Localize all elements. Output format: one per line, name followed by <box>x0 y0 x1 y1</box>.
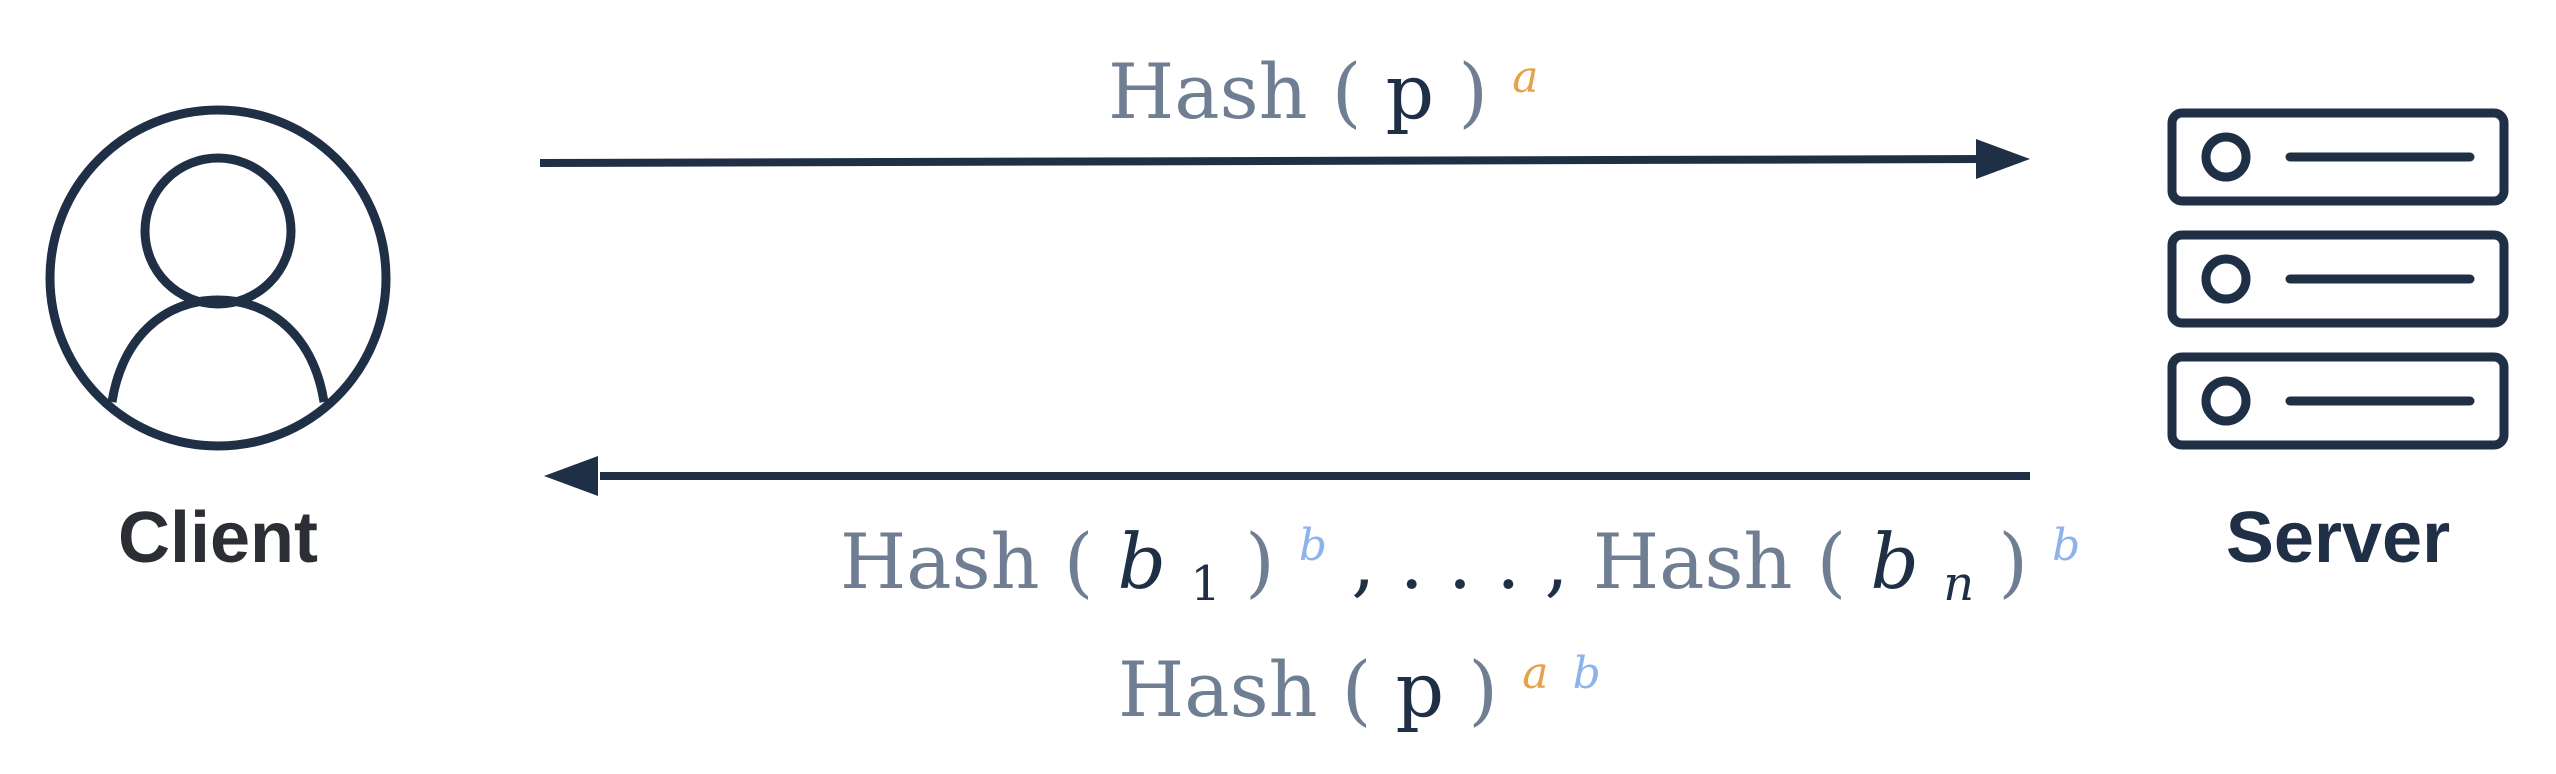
top-open-paren: ( <box>1332 47 1362 136</box>
bottom1-close1: ) <box>1245 517 1275 606</box>
bottom2-exp-b: b <box>1573 648 1601 699</box>
bottom-message-line-1: Hash ( b 1 ) b , . . . , Hash ( b n ) b <box>840 489 2080 618</box>
bottom1-close2: ) <box>1998 517 2028 606</box>
bottom1-open2: ( <box>1817 517 1847 606</box>
bottom2-hash: Hash <box>1118 645 1318 734</box>
bottom1-hash1: Hash <box>840 517 1040 606</box>
top-hash-text: Hash <box>1108 47 1308 136</box>
bottom1-subn: n <box>1943 556 1974 612</box>
bottom2-close: ) <box>1468 645 1498 734</box>
bottom1-exp1: b <box>1299 520 1327 571</box>
arrow-client-to-server <box>539 139 2030 179</box>
top-close-paren: ) <box>1458 47 1488 136</box>
bottom1-open1: ( <box>1064 517 1094 606</box>
bottom2-exp-a: a <box>1522 648 1548 699</box>
client-label: Client <box>118 498 318 578</box>
user-circle-icon <box>45 105 391 451</box>
bottom1-b1: b <box>1118 517 1167 606</box>
psi-diagram: Client Server Hash ( p ) a Hash ( b 1 ) … <box>0 0 2556 774</box>
bottom2-arg-p: p <box>1396 645 1445 734</box>
server-rack-icon <box>2167 108 2509 450</box>
bottom1-separator: , . . . , <box>1351 517 1568 606</box>
bottom1-sub1: 1 <box>1190 556 1221 612</box>
server-label: Server <box>2226 498 2450 578</box>
bottom1-b2: b <box>1870 517 1919 606</box>
top-message: Hash ( p ) a <box>1108 47 1538 136</box>
top-arg-p: p <box>1386 47 1435 136</box>
diagram-canvas: Client Server Hash ( p ) a Hash ( b 1 ) … <box>45 47 2509 734</box>
top-exponent-a: a <box>1512 52 1538 103</box>
bottom2-open: ( <box>1342 645 1372 734</box>
arrow-server-to-client <box>544 456 2030 496</box>
bottom1-hash2: Hash <box>1593 517 1793 606</box>
bottom-message-line-2: Hash ( p ) a b <box>1118 617 1601 734</box>
bottom1-exp2: b <box>2052 520 2080 571</box>
